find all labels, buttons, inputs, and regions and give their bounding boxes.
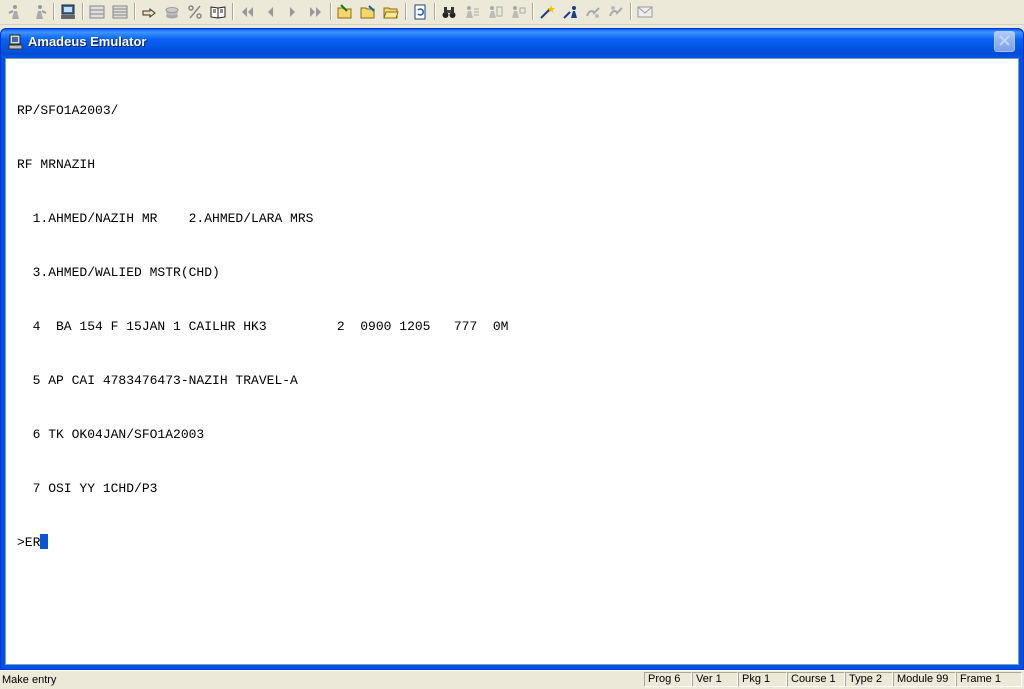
terminal-line: 5 AP CAI 4783476473-NAZIH TRAVEL-A [17, 373, 298, 388]
computer-icon [8, 34, 24, 50]
status-course: Course 1 [787, 672, 845, 687]
terminal-line: 6 TK OK04JAN/SFO1A2003 [17, 427, 205, 442]
status-prog: Prog 6 [644, 672, 692, 687]
hands-alt-icon[interactable] [606, 2, 626, 21]
folder-arrow-icon[interactable] [335, 2, 355, 21]
figure-tools-icon[interactable] [462, 2, 482, 21]
terminal-line: 7 OSI YY 1CHD/P3 [17, 481, 158, 496]
close-icon [999, 33, 1010, 51]
coins-icon[interactable] [162, 2, 182, 21]
status-frame: Frame 1 [956, 672, 1022, 687]
figure-right-icon[interactable] [29, 2, 49, 21]
status-type: Type 2 [845, 672, 893, 687]
text-cursor [40, 534, 49, 549]
wand-figure-icon[interactable] [560, 2, 580, 21]
folder-edit-icon[interactable] [358, 2, 378, 21]
folder-open-icon[interactable] [381, 2, 401, 21]
command-input[interactable]: >ER [17, 535, 40, 550]
window-title: Amadeus Emulator [28, 34, 147, 49]
close-button[interactable] [994, 31, 1015, 52]
open-book-icon[interactable] [208, 2, 228, 21]
status-message: Make entry [2, 674, 57, 686]
command-input-line[interactable]: >ER [17, 534, 508, 552]
status-pkg: Pkg 1 [738, 672, 787, 687]
figure-left-icon[interactable] [6, 2, 26, 21]
binoculars-icon[interactable] [439, 2, 459, 21]
grid-alt-icon[interactable] [110, 2, 130, 21]
status-bar: Make entry Prog 6 Ver 1 Pkg 1 Course 1 T… [0, 670, 1024, 689]
first-page-icon[interactable] [237, 2, 257, 21]
terminal-icon[interactable] [58, 2, 78, 21]
previous-page-icon[interactable] [260, 2, 280, 21]
figure-network-icon[interactable] [508, 2, 528, 21]
next-page-icon[interactable] [283, 2, 303, 21]
percent-icon[interactable] [185, 2, 205, 21]
figure-exchange-icon[interactable] [485, 2, 505, 21]
terminal-line: RP/SFO1A2003/ [17, 103, 119, 118]
toolbar [0, 0, 1024, 25]
magic-wand-icon[interactable] [537, 2, 557, 21]
hands-icon[interactable] [583, 2, 603, 21]
hand-pointer-icon[interactable] [139, 2, 159, 21]
terminal-line: 4 BA 154 F 15JAN 1 CAILHR HK3 2 0900 120… [17, 319, 509, 334]
envelope-icon[interactable] [635, 2, 655, 21]
terminal-screen[interactable]: RP/SFO1A2003/ RF MRNAZIH 1.AHMED/NAZIH M… [5, 58, 1019, 665]
terminal-line: RF MRNAZIH [17, 157, 96, 172]
refresh-page-icon[interactable] [410, 2, 430, 21]
terminal-line: 1.AHMED/NAZIH MR 2.AHMED/LARA MRS [17, 211, 314, 226]
grid-icon[interactable] [87, 2, 107, 21]
emulator-window: Amadeus Emulator RP/SFO1A2003/ RF MRNAZI… [0, 28, 1024, 670]
status-ver: Ver 1 [692, 672, 738, 687]
title-bar[interactable]: Amadeus Emulator [1, 29, 1023, 55]
terminal-line: 3.AHMED/WALIED MSTR(CHD) [17, 265, 220, 280]
status-module: Module 99 [893, 672, 956, 687]
last-page-icon[interactable] [306, 2, 326, 21]
